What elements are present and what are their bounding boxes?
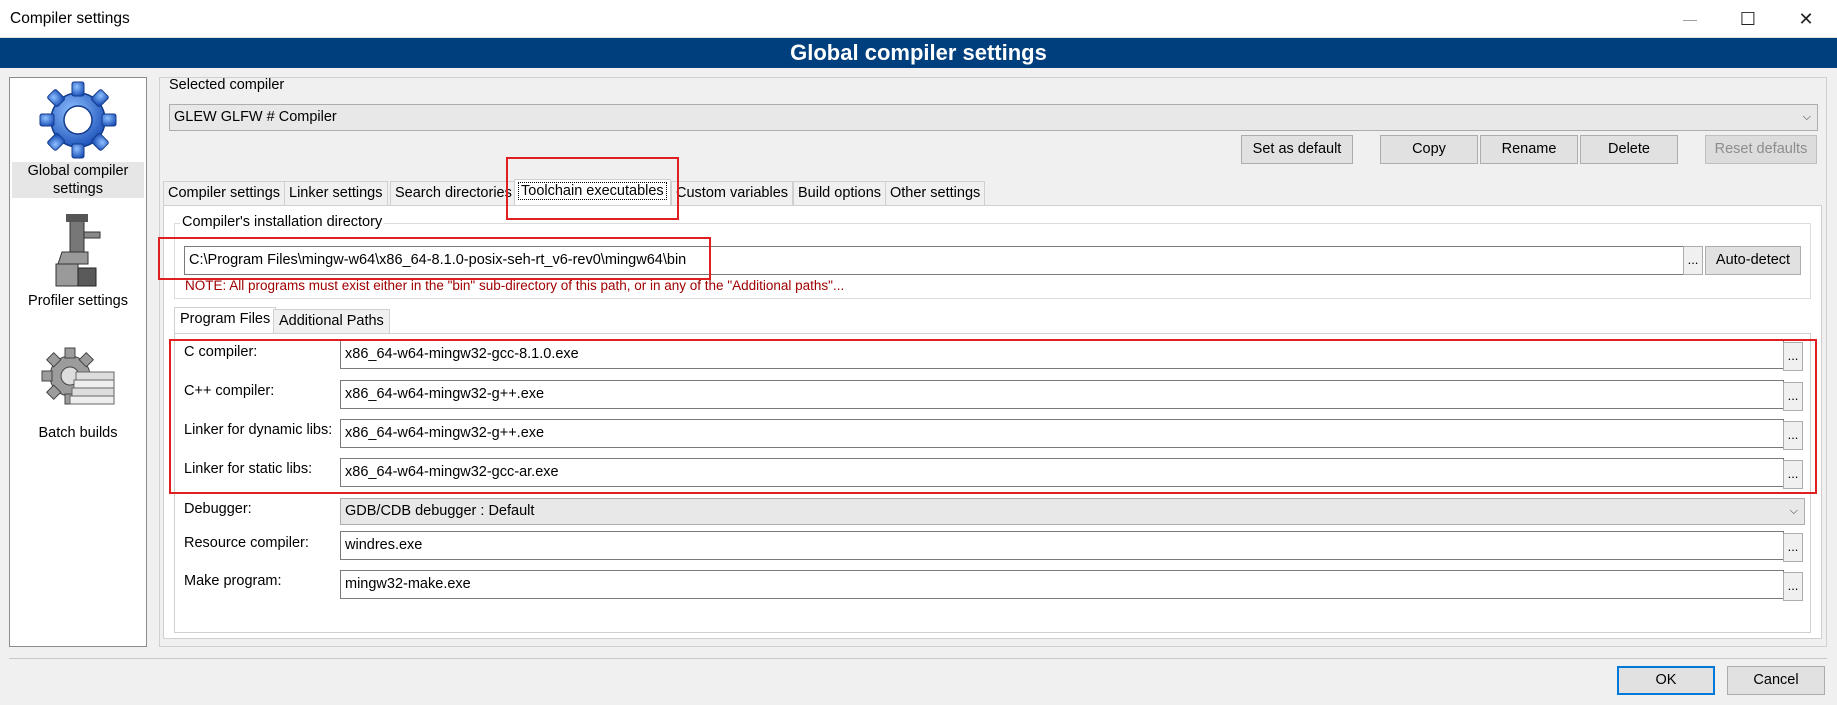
- set-as-default-button[interactable]: Set as default: [1241, 135, 1353, 164]
- sidebar-item-batch-builds[interactable]: Batch builds: [12, 346, 144, 442]
- install-dir-browse-button[interactable]: ...: [1683, 246, 1703, 275]
- make-program-browse-button[interactable]: ...: [1783, 572, 1803, 601]
- reset-defaults-button[interactable]: Reset defaults: [1705, 135, 1817, 164]
- linker-static-browse-button[interactable]: ...: [1783, 460, 1803, 489]
- tab-label: Build options: [798, 185, 882, 201]
- cpp-compiler-input[interactable]: x86_64-w64-mingw32-g++.exe: [340, 380, 1784, 409]
- selected-compiler-value: GLEW GLFW # Compiler: [174, 109, 337, 125]
- tab-toolchain-executables[interactable]: Toolchain executables: [514, 179, 671, 205]
- resource-compiler-browse-button[interactable]: ...: [1783, 533, 1803, 562]
- linker-dynamic-label: Linker for dynamic libs:: [184, 422, 333, 438]
- tab-label: Custom variables: [676, 185, 789, 201]
- maximize-icon: ☐: [1739, 8, 1757, 29]
- batch-gear-icon: [41, 347, 115, 405]
- sidebar-item-profiler[interactable]: Profiler settings: [12, 212, 144, 310]
- debugger-label: Debugger:: [184, 501, 252, 517]
- page-banner: Global compiler settings: [0, 38, 1837, 68]
- title-bar: Compiler settings — ☐ ✕: [0, 0, 1837, 38]
- linker-dynamic-input[interactable]: x86_64-w64-mingw32-g++.exe: [340, 419, 1784, 448]
- tab-compiler-settings[interactable]: Compiler settings: [163, 181, 286, 205]
- make-program-label: Make program:: [184, 573, 282, 589]
- delete-button[interactable]: Delete: [1580, 135, 1678, 164]
- tab-custom-variables[interactable]: Custom variables: [671, 181, 794, 205]
- debugger-select[interactable]: GDB/CDB debugger : Default ⌵: [340, 498, 1805, 525]
- install-dir-input[interactable]: C:\Program Files\mingw-w64\x86_64-8.1.0-…: [184, 246, 1684, 275]
- tab-label: Linker settings: [289, 185, 383, 201]
- tab-label: Other settings: [890, 185, 981, 201]
- make-program-input[interactable]: mingw32-make.exe: [340, 570, 1784, 599]
- tab-label: Compiler settings: [168, 185, 281, 201]
- tab-label: Search directories: [395, 185, 512, 201]
- cancel-button[interactable]: Cancel: [1727, 666, 1825, 695]
- selected-compiler-select[interactable]: GLEW GLFW # Compiler ⌵: [169, 104, 1818, 131]
- linker-static-label: Linker for static libs:: [184, 461, 313, 477]
- subtab-additional-paths[interactable]: Additional Paths: [273, 309, 390, 333]
- maximize-button[interactable]: ☐: [1719, 0, 1777, 38]
- selected-compiler-label: Selected compiler: [169, 77, 285, 93]
- close-button[interactable]: ✕: [1777, 0, 1835, 38]
- linker-static-input[interactable]: x86_64-w64-mingw32-gcc-ar.exe: [340, 458, 1784, 487]
- rename-button[interactable]: Rename: [1480, 135, 1578, 164]
- tab-build-options[interactable]: Build options: [793, 181, 887, 205]
- subtab-program-files[interactable]: Program Files: [174, 307, 277, 333]
- minimize-button[interactable]: —: [1661, 0, 1719, 38]
- linker-dynamic-browse-button[interactable]: ...: [1783, 421, 1803, 450]
- chevron-down-icon: ⌵: [1789, 505, 1798, 517]
- ok-button[interactable]: OK: [1617, 666, 1715, 695]
- sidebar-item-label: Global compiler settings: [12, 162, 144, 198]
- window-title: Compiler settings: [10, 10, 130, 27]
- footer-separator: [9, 658, 1827, 659]
- debugger-value: GDB/CDB debugger : Default: [345, 503, 535, 519]
- close-icon: ✕: [1798, 8, 1814, 29]
- c-compiler-label: C compiler:: [184, 344, 258, 360]
- gear-icon: [39, 81, 117, 159]
- sidebar-item-label: Batch builds: [38, 425, 118, 441]
- cpp-compiler-browse-button[interactable]: ...: [1783, 382, 1803, 411]
- sidebar-item-label: Profiler settings: [28, 293, 128, 309]
- resource-compiler-input[interactable]: windres.exe: [340, 531, 1784, 560]
- tab-search-directories[interactable]: Search directories: [390, 181, 517, 205]
- microscope-icon: [55, 214, 101, 287]
- install-dir-note: NOTE: All programs must exist either in …: [185, 278, 845, 293]
- settings-sidebar: Global compiler settings Profiler settin…: [9, 77, 147, 647]
- tab-linker-settings[interactable]: Linker settings: [284, 181, 388, 205]
- resource-compiler-label: Resource compiler:: [184, 535, 309, 551]
- cpp-compiler-label: C++ compiler:: [184, 383, 275, 399]
- copy-button[interactable]: Copy: [1380, 135, 1478, 164]
- sidebar-item-global-compiler[interactable]: Global compiler settings: [12, 80, 144, 198]
- auto-detect-button[interactable]: Auto-detect: [1705, 246, 1801, 275]
- c-compiler-input[interactable]: x86_64-w64-mingw32-gcc-8.1.0.exe: [340, 340, 1784, 369]
- tab-label: Toolchain executables: [518, 182, 667, 200]
- chevron-down-icon: ⌵: [1802, 111, 1811, 123]
- install-dir-label: Compiler's installation directory: [180, 214, 385, 230]
- tab-other-settings[interactable]: Other settings: [885, 181, 986, 205]
- minimize-icon: —: [1683, 11, 1697, 27]
- c-compiler-browse-button[interactable]: ...: [1783, 342, 1803, 371]
